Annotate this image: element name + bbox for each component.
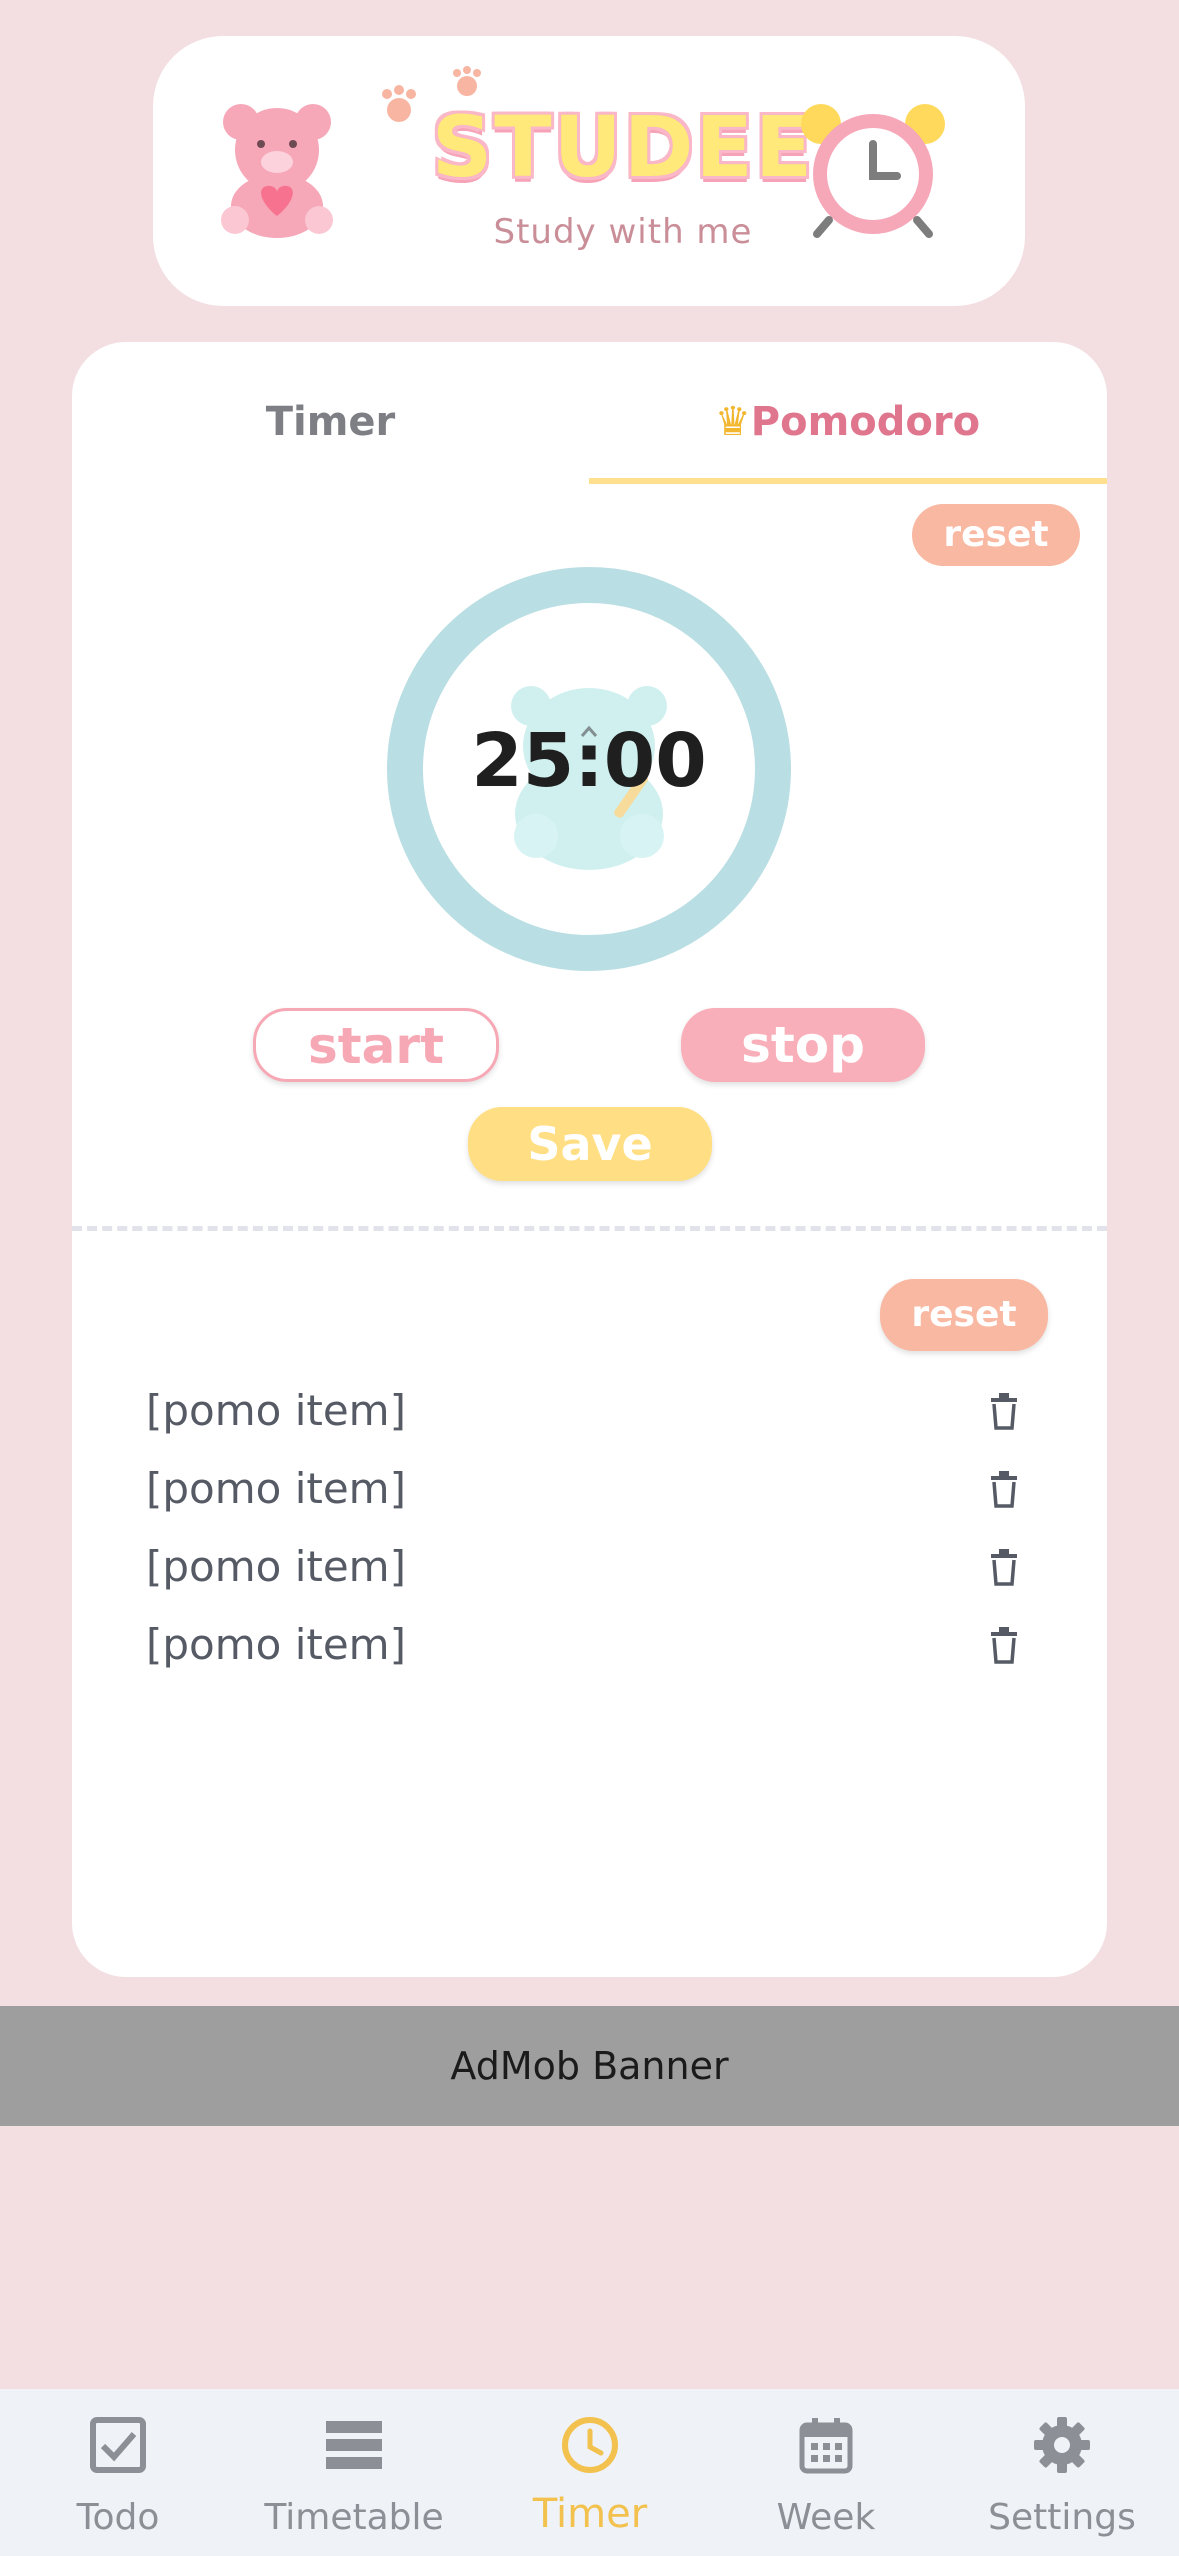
trash-icon[interactable] [990, 1470, 1018, 1508]
nav-timetable-label: Timetable [264, 2497, 444, 2538]
crown-icon: ♛ [714, 399, 751, 445]
nav-week[interactable]: Week [708, 2389, 944, 2556]
stop-button[interactable]: stop [681, 1008, 925, 1082]
nav-settings-label: Settings [988, 2497, 1136, 2538]
tab-timer[interactable]: Timer [72, 382, 589, 462]
divider [72, 1226, 1107, 1231]
tab-pomodoro-label: Pomodoro [750, 399, 981, 445]
nav-timetable[interactable]: Timetable [236, 2389, 472, 2556]
checkbox-icon [90, 2417, 146, 2473]
pomodoro-card: Timer ♛Pomodoro reset 25:00 start stop S… [72, 342, 1107, 1977]
logo-title: STUDEE [431, 98, 815, 196]
nav-settings[interactable]: Settings [944, 2389, 1179, 2556]
ad-banner[interactable]: AdMob Banner [0, 2006, 1179, 2126]
trash-icon[interactable] [990, 1626, 1018, 1664]
nav-todo-label: Todo [76, 2497, 160, 2538]
save-button[interactable]: Save [468, 1107, 712, 1181]
trash-icon[interactable] [990, 1548, 1018, 1586]
tab-bar: Timer ♛Pomodoro [72, 342, 1107, 487]
timer-display: 25:00 [471, 718, 707, 804]
list-item: [pomo item] [72, 1372, 1107, 1450]
active-tab-indicator [589, 478, 1107, 484]
nav-timer[interactable]: Timer [472, 2389, 708, 2556]
list-item: [pomo item] [72, 1528, 1107, 1606]
pomo-item-label: [pomo item] [146, 1542, 406, 1591]
app-logo-card: STUDEE Study with me [153, 36, 1025, 306]
list-item: [pomo item] [72, 1606, 1107, 1684]
calendar-icon [799, 2418, 853, 2474]
alarm-clock-icon [801, 104, 945, 238]
gear-icon [1034, 2417, 1090, 2473]
tab-timer-label: Timer [265, 399, 396, 445]
clock-icon [562, 2417, 618, 2473]
timer-reset-button[interactable]: reset [912, 504, 1080, 566]
bottom-navigation: Todo Timetable Timer Week Settings [0, 2389, 1179, 2556]
bear-icon [221, 104, 333, 238]
start-button[interactable]: start [253, 1008, 499, 1082]
nav-week-label: Week [776, 2497, 876, 2538]
pomo-item-label: [pomo item] [146, 1386, 406, 1435]
list-reset-button[interactable]: reset [880, 1279, 1048, 1351]
table-icon [326, 2421, 382, 2469]
tab-pomodoro[interactable]: ♛Pomodoro [589, 382, 1106, 462]
nav-timer-label: Timer [532, 2491, 648, 2537]
trash-icon[interactable] [990, 1392, 1018, 1430]
list-item: [pomo item] [72, 1450, 1107, 1528]
logo-subtitle: Study with me [493, 212, 753, 252]
pomo-item-label: [pomo item] [146, 1620, 406, 1669]
pomo-item-label: [pomo item] [146, 1464, 406, 1513]
nav-todo[interactable]: Todo [0, 2389, 236, 2556]
ad-banner-label: AdMob Banner [450, 2044, 729, 2088]
